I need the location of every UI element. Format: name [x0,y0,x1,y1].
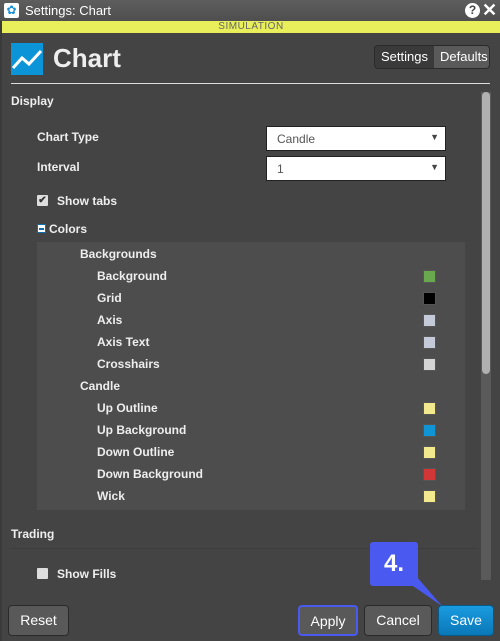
callout-pointer [410,576,442,606]
step-callout: 4. [370,542,418,586]
